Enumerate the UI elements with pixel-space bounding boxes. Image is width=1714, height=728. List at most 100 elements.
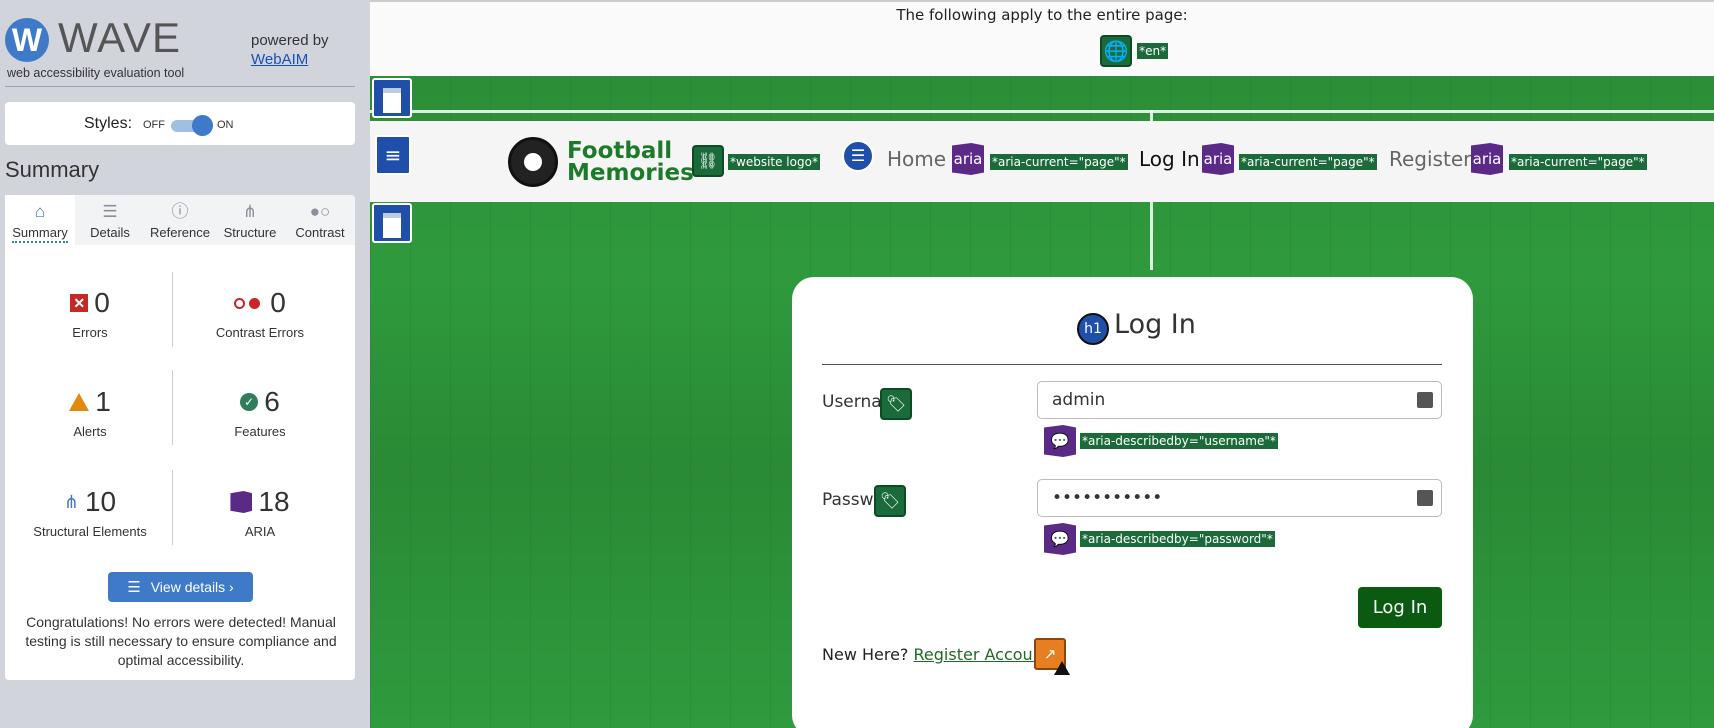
stat-alerts[interactable]: 1 Alerts xyxy=(10,384,170,439)
stat-contrast-errors[interactable]: 0 Contrast Errors xyxy=(180,285,340,340)
page-title: Log In xyxy=(1114,309,1196,340)
tab-reference[interactable]: ⓘ Reference xyxy=(145,195,215,245)
tab-contrast[interactable]: ●○ Contrast xyxy=(285,195,355,245)
home-icon: ⌂ xyxy=(34,202,46,221)
wave-title: WAVE xyxy=(58,14,182,61)
contrast-errors-count: 0 xyxy=(270,287,286,318)
whole-page-note: The following apply to the entire page: xyxy=(896,6,1188,24)
username-value: admin xyxy=(1052,390,1106,410)
list-icon: ☰ xyxy=(102,202,118,221)
wave-logo-icon: W xyxy=(5,18,49,62)
tab-details[interactable]: ☰ Details xyxy=(75,195,145,245)
logo-alt-tag: *website logo* xyxy=(728,154,820,170)
sidebar-divider xyxy=(5,86,355,87)
contrast-errors-label: Contrast Errors xyxy=(215,325,305,340)
contrast-error-icon xyxy=(234,296,264,310)
username-describedby-tag: *aria-describedby="username"* xyxy=(1080,433,1278,449)
aria-describedby-icon[interactable]: 💬 xyxy=(1044,425,1076,457)
styles-toggle-knob[interactable] xyxy=(192,115,213,136)
structural-label: Structural Elements xyxy=(33,524,147,539)
password-describedby-tag: *aria-describedby="password"* xyxy=(1080,531,1275,547)
aria-current-tag: *aria-current="page"* xyxy=(990,154,1128,170)
tab-structure[interactable]: ⋔ Structure xyxy=(215,195,285,245)
aria-label: ARIA xyxy=(244,524,276,539)
errors-count: 0 xyxy=(94,287,110,318)
view-details-button[interactable]: ☰ View details › xyxy=(108,572,253,602)
aria-describedby-icon[interactable]: 💬 xyxy=(1044,523,1076,555)
new-here-text: New Here? Register Account xyxy=(822,645,1049,664)
password-field[interactable]: ••••••••••• xyxy=(1037,479,1442,517)
styles-toggle-box: Styles: OFF ON xyxy=(5,102,355,145)
aria-current-tag: *aria-current="page"* xyxy=(1509,154,1647,170)
unordered-list-icon[interactable]: ☰ xyxy=(842,140,874,172)
stat-structural[interactable]: ⋔ 10 Structural Elements xyxy=(10,484,170,539)
new-here-label: New Here? xyxy=(822,645,909,664)
alerts-label: Alerts xyxy=(73,424,107,439)
tab-structure-label: Structure xyxy=(223,225,277,240)
main-region-icon[interactable] xyxy=(372,203,412,243)
navigation-region-icon[interactable]: ≡ xyxy=(375,135,411,175)
site-logo-text[interactable]: Football Memories xyxy=(567,140,694,186)
feature-check-icon: ✓ xyxy=(240,393,259,411)
tab-bar: ⌂ Summary ☰ Details ⓘ Reference ⋔ Struct… xyxy=(5,195,355,245)
aria-icon xyxy=(230,491,253,513)
stat-separator xyxy=(172,470,173,545)
password-value: ••••••••••• xyxy=(1052,488,1163,508)
label-tag-icon[interactable]: 🏷 xyxy=(880,388,912,420)
login-submit-button[interactable]: Log In xyxy=(1358,587,1442,628)
stat-errors[interactable]: ✕ 0 Errors xyxy=(10,285,170,340)
features-count: 6 xyxy=(264,386,280,417)
whole-page-bar: The following apply to the entire page: … xyxy=(370,0,1714,76)
webaim-link[interactable]: WebAIM xyxy=(251,51,308,68)
football-logo-icon[interactable] xyxy=(508,137,558,187)
h1-icon[interactable]: h1 xyxy=(1077,313,1109,345)
logo-line-2: Memories xyxy=(567,160,694,186)
toggle-off-label: OFF xyxy=(143,119,165,131)
header-region-icon[interactable] xyxy=(372,78,412,118)
errors-label: Errors xyxy=(72,325,108,340)
aria-icon[interactable]: aria xyxy=(1202,143,1234,175)
alert-icon xyxy=(1054,661,1070,675)
stat-features[interactable]: ✓ 6 Features xyxy=(180,384,340,439)
nav-home[interactable]: Home xyxy=(887,147,946,171)
powered-by: powered by WebAIM xyxy=(251,31,329,69)
nav-login[interactable]: Log In xyxy=(1139,147,1200,171)
toggle-on-label: ON xyxy=(217,119,234,131)
wave-subtitle: web accessibility evaluation tool xyxy=(7,66,185,80)
stat-separator xyxy=(172,370,173,445)
tab-reference-label: Reference xyxy=(150,225,210,240)
summary-panel: ⌂ Summary ☰ Details ⓘ Reference ⋔ Struct… xyxy=(5,195,355,680)
tab-summary[interactable]: ⌂ Summary xyxy=(5,195,75,245)
congrats-message: Congratulations! No errors were detected… xyxy=(25,614,337,668)
language-row: 🌐 *en* xyxy=(1100,35,1169,67)
tab-contrast-label: Contrast xyxy=(295,225,345,240)
aria-icon[interactable]: aria xyxy=(1471,143,1503,175)
structural-count: 10 xyxy=(84,486,117,517)
summary-heading: Summary xyxy=(5,157,100,182)
stat-aria[interactable]: 18 ARIA xyxy=(180,484,340,539)
linked-image-icon[interactable]: ⛓ xyxy=(692,145,724,177)
keyboard-icon xyxy=(1417,490,1433,506)
alert-icon xyxy=(69,393,90,411)
tab-summary-label: Summary xyxy=(12,225,68,243)
list-icon: ☰ xyxy=(127,579,141,596)
globe-icon[interactable]: 🌐 xyxy=(1100,35,1132,67)
nav-register[interactable]: Register xyxy=(1389,147,1471,171)
styles-label: Styles: xyxy=(84,115,133,132)
aria-current-tag: *aria-current="page"* xyxy=(1239,154,1377,170)
label-tag-icon[interactable]: 🏷 xyxy=(874,485,906,517)
keyboard-icon xyxy=(1417,392,1433,408)
alerts-count: 1 xyxy=(95,386,111,417)
username-field[interactable]: admin xyxy=(1037,381,1442,419)
error-icon: ✕ xyxy=(70,294,89,312)
aria-icon[interactable]: aria xyxy=(952,143,984,175)
features-label: Features xyxy=(234,424,286,439)
navbar: ≡ Football Memories ⛓ *website logo* ☰ H… xyxy=(370,121,1714,202)
aria-count: 18 xyxy=(258,486,290,517)
title-divider xyxy=(822,364,1442,365)
register-account-link[interactable]: Register Account xyxy=(914,645,1050,664)
info-icon: ⓘ xyxy=(171,202,189,221)
lang-tag: *en* xyxy=(1137,43,1169,59)
structure-icon: ⋔ xyxy=(63,492,79,512)
stat-separator xyxy=(172,272,173,347)
